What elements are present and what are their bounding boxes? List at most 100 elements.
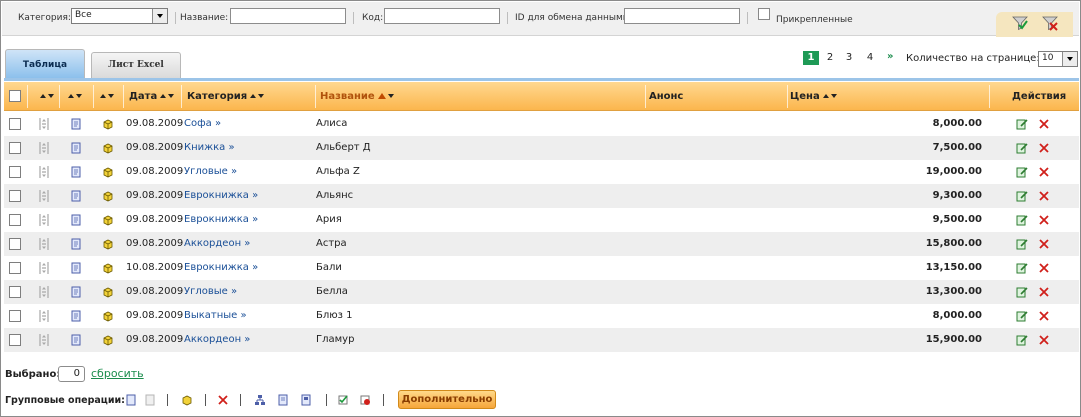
delete-icon[interactable]: [1038, 334, 1050, 346]
document-icon[interactable]: [70, 166, 82, 178]
sort-asc-icon[interactable]: [68, 94, 74, 98]
edit-icon[interactable]: [1016, 142, 1028, 154]
drag-handle-icon[interactable]: [37, 117, 51, 131]
delete-icon[interactable]: [1038, 142, 1050, 154]
row-checkbox[interactable]: [9, 190, 21, 202]
page-3-link[interactable]: 3: [841, 51, 857, 65]
sort-asc-icon[interactable]: [250, 94, 257, 98]
row-checkbox[interactable]: [9, 214, 21, 226]
sort-asc-icon[interactable]: [160, 94, 167, 98]
row-category-link[interactable]: Выкатные »: [184, 304, 247, 328]
edit-icon[interactable]: [1016, 190, 1028, 202]
document-icon[interactable]: [70, 310, 82, 322]
delete-icon[interactable]: [1038, 286, 1050, 298]
drag-handle-icon[interactable]: [37, 237, 51, 251]
column-price[interactable]: Цена: [790, 82, 837, 111]
document-icon[interactable]: [70, 142, 82, 154]
row-checkbox[interactable]: [9, 238, 21, 250]
product-cube-icon[interactable]: [102, 190, 114, 202]
sort-type-column[interactable]: [97, 82, 114, 111]
edit-icon[interactable]: [1016, 118, 1028, 130]
drag-handle-icon[interactable]: [37, 189, 51, 203]
delete-icon[interactable]: [1038, 310, 1050, 322]
page-2-link[interactable]: 2: [822, 51, 838, 65]
select-all-checkbox[interactable]: [9, 90, 21, 102]
product-cube-icon[interactable]: [102, 262, 114, 274]
product-cube-icon[interactable]: [102, 238, 114, 250]
drag-handle-icon[interactable]: [37, 165, 51, 179]
delete-icon[interactable]: [1038, 214, 1050, 226]
row-checkbox[interactable]: [9, 334, 21, 346]
tab-table[interactable]: Таблица: [5, 49, 85, 78]
archive-icon[interactable]: [300, 394, 312, 409]
row-category-link[interactable]: Книжка »: [184, 136, 235, 160]
row-category-link[interactable]: Софа »: [184, 112, 221, 136]
edit-icon[interactable]: [1016, 286, 1028, 298]
delete-icon[interactable]: [1038, 118, 1050, 130]
sort-desc-icon[interactable]: [258, 94, 265, 98]
product-cube-icon[interactable]: [102, 142, 114, 154]
drag-handle-icon[interactable]: [37, 141, 51, 155]
delete-icon[interactable]: [1038, 166, 1050, 178]
delete-icon[interactable]: [1038, 262, 1050, 274]
additional-button[interactable]: Дополнительно: [398, 390, 496, 409]
reset-selection-link[interactable]: сбросить: [91, 367, 144, 380]
edit-icon[interactable]: [1016, 262, 1028, 274]
edit-icon[interactable]: [1016, 166, 1028, 178]
product-cube-icon[interactable]: [102, 214, 114, 226]
pinned-filter-checkbox[interactable]: [758, 8, 770, 20]
page-1-link[interactable]: 1: [803, 51, 819, 65]
row-category-link[interactable]: Аккордеон »: [184, 232, 250, 256]
row-checkbox[interactable]: [9, 142, 21, 154]
doc-icon[interactable]: [125, 394, 137, 409]
row-category-link[interactable]: Еврокнижка »: [184, 184, 258, 208]
copy-icon[interactable]: [277, 394, 289, 409]
chevron-down-icon[interactable]: [1062, 52, 1077, 66]
sort-desc-icon[interactable]: [48, 94, 54, 98]
row-category-link[interactable]: Еврокнижка »: [184, 256, 258, 280]
drag-handle-icon[interactable]: [37, 333, 51, 347]
sort-desc-icon[interactable]: [387, 94, 394, 98]
edit-icon[interactable]: [1016, 214, 1028, 226]
sort-move-column[interactable]: [37, 82, 54, 111]
edit-icon[interactable]: [1016, 238, 1028, 250]
sort-asc-active-icon[interactable]: [377, 93, 386, 99]
reject-icon[interactable]: [359, 394, 371, 409]
row-checkbox[interactable]: [9, 262, 21, 274]
row-category-link[interactable]: Угловые »: [184, 160, 237, 184]
drag-handle-icon[interactable]: [37, 261, 51, 275]
document-icon[interactable]: [70, 286, 82, 298]
row-checkbox[interactable]: [9, 286, 21, 298]
delete-icon[interactable]: [1038, 238, 1050, 250]
drag-handle-icon[interactable]: [37, 285, 51, 299]
sort-asc-icon[interactable]: [40, 94, 46, 98]
product-cube-icon[interactable]: [102, 286, 114, 298]
sort-doc-column[interactable]: [65, 82, 82, 111]
row-checkbox[interactable]: [9, 310, 21, 322]
code-filter-input[interactable]: [384, 8, 500, 24]
row-category-link[interactable]: Аккордеон »: [184, 328, 250, 352]
column-category[interactable]: Категория: [187, 82, 265, 111]
document-icon[interactable]: [70, 118, 82, 130]
document-icon[interactable]: [70, 190, 82, 202]
edit-icon[interactable]: [1016, 334, 1028, 346]
product-cube-icon[interactable]: [181, 394, 193, 409]
product-cube-icon[interactable]: [102, 118, 114, 130]
next-page-link[interactable]: »: [887, 51, 893, 62]
product-cube-icon[interactable]: [102, 334, 114, 346]
per-page-select[interactable]: 10: [1038, 51, 1078, 67]
sort-desc-icon[interactable]: [108, 94, 114, 98]
document-icon[interactable]: [70, 238, 82, 250]
delete-icon[interactable]: [1038, 190, 1050, 202]
product-cube-icon[interactable]: [102, 166, 114, 178]
category-filter-select[interactable]: Все: [71, 8, 168, 24]
column-date[interactable]: Дата: [129, 82, 175, 111]
apply-filter-icon[interactable]: [1012, 15, 1028, 31]
edit-icon[interactable]: [1016, 310, 1028, 322]
document-icon[interactable]: [70, 214, 82, 226]
drag-handle-icon[interactable]: [37, 213, 51, 227]
exchange-id-filter-input[interactable]: [624, 8, 740, 24]
column-name[interactable]: Название: [320, 82, 394, 111]
sort-desc-icon[interactable]: [76, 94, 82, 98]
sort-asc-icon[interactable]: [100, 94, 106, 98]
